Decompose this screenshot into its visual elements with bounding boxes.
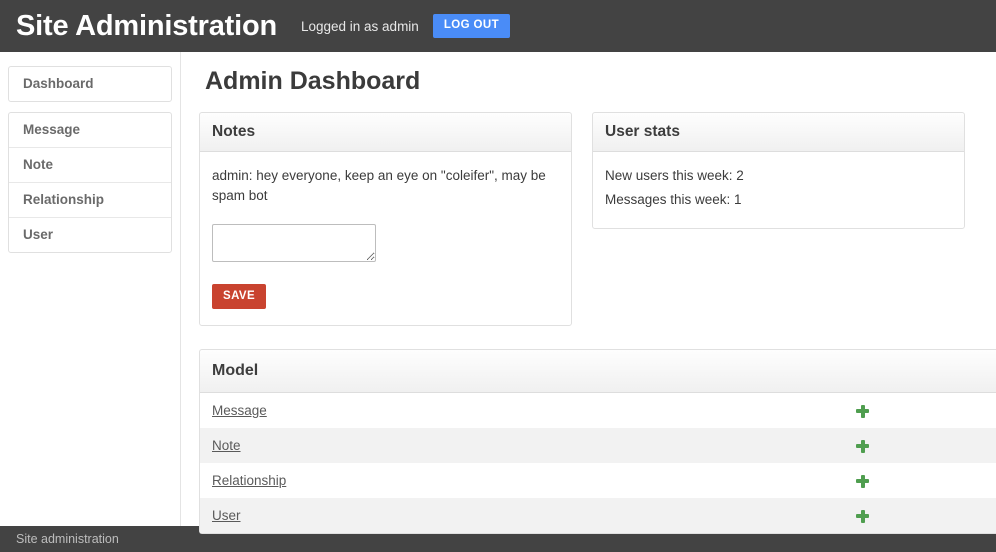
user-stats-panel-title: User stats	[593, 112, 964, 152]
user-stats-panel-body: New users this week: 2 Messages this wee…	[593, 152, 964, 228]
add-plus-icon[interactable]	[856, 509, 869, 523]
model-name-cell: User	[200, 498, 844, 533]
sidebar-item-label: Note	[23, 157, 53, 172]
sidebar-navigation: Dashboard Message Note Relationship User	[0, 52, 181, 526]
sidebar-item-message[interactable]: Message	[9, 113, 171, 147]
table-row: Relationship	[200, 463, 996, 498]
model-link-relationship[interactable]: Relationship	[212, 473, 286, 488]
notes-panel: Notes admin: hey everyone, keep an eye o…	[199, 111, 572, 326]
model-panel-title: Model	[200, 350, 996, 393]
sidebar-item-label: Message	[23, 122, 81, 137]
model-link-user[interactable]: User	[212, 508, 241, 523]
add-plus-icon[interactable]	[856, 474, 869, 488]
sidebar-item-label: Relationship	[23, 192, 105, 207]
logged-in-as-label: Logged in as admin	[300, 18, 419, 34]
table-row: Message	[200, 393, 996, 428]
model-link-message[interactable]: Message	[212, 403, 267, 418]
sidebar-item-label: Dashboard	[23, 76, 94, 91]
note-input-textarea[interactable]	[212, 223, 376, 262]
page-title: Admin Dashboard	[205, 67, 421, 95]
sidebar-item-note[interactable]: Note	[9, 147, 171, 182]
sidebar-item-dashboard[interactable]: Dashboard	[9, 67, 171, 101]
model-add-cell	[844, 393, 996, 428]
model-name-cell: Note	[200, 428, 844, 463]
sidebar-primary-box: Dashboard	[8, 66, 172, 102]
sidebar-item-user[interactable]: User	[9, 217, 171, 252]
stat-new-users: New users this week: 2	[605, 167, 744, 183]
model-name-cell: Message	[200, 393, 844, 428]
note-entry: admin: hey everyone, keep an eye on "col…	[212, 167, 546, 203]
model-name-cell: Relationship	[200, 463, 844, 498]
user-tools: Logged in as admin LOG OUT	[300, 14, 511, 38]
footer-breadcrumb-label[interactable]: Site administration	[16, 532, 119, 546]
main-content: Admin Dashboard Notes admin: hey everyon…	[181, 52, 996, 534]
top-header-bar: Site Administration Logged in as admin L…	[0, 0, 996, 52]
table-row: Note	[200, 428, 996, 463]
model-add-cell	[844, 463, 996, 498]
model-add-cell	[844, 498, 996, 533]
add-plus-icon[interactable]	[856, 404, 869, 418]
stat-messages: Messages this week: 1	[605, 191, 742, 207]
sidebar-models-box: Message Note Relationship User	[8, 112, 172, 253]
notes-panel-title: Notes	[200, 112, 571, 152]
notes-panel-body: admin: hey everyone, keep an eye on "col…	[200, 152, 571, 326]
add-plus-icon[interactable]	[856, 439, 869, 453]
user-stats-panel: User stats New users this week: 2 Messag…	[592, 111, 965, 229]
page-body: Dashboard Message Note Relationship User…	[0, 52, 996, 534]
model-panel: Model Message Note Relationship User	[199, 349, 996, 534]
page-branding-title: Site Administration	[16, 9, 277, 42]
sidebar-item-label: User	[23, 227, 54, 242]
log-out-button[interactable]: LOG OUT	[432, 14, 511, 38]
dashboard-panel-row: Notes admin: hey everyone, keep an eye o…	[199, 111, 996, 326]
save-note-button[interactable]: SAVE	[212, 283, 267, 309]
sidebar-item-relationship[interactable]: Relationship	[9, 182, 171, 217]
model-link-note[interactable]: Note	[212, 438, 241, 453]
table-row: User	[200, 498, 996, 533]
model-add-cell	[844, 428, 996, 463]
model-table: Message Note Relationship User	[200, 393, 996, 533]
